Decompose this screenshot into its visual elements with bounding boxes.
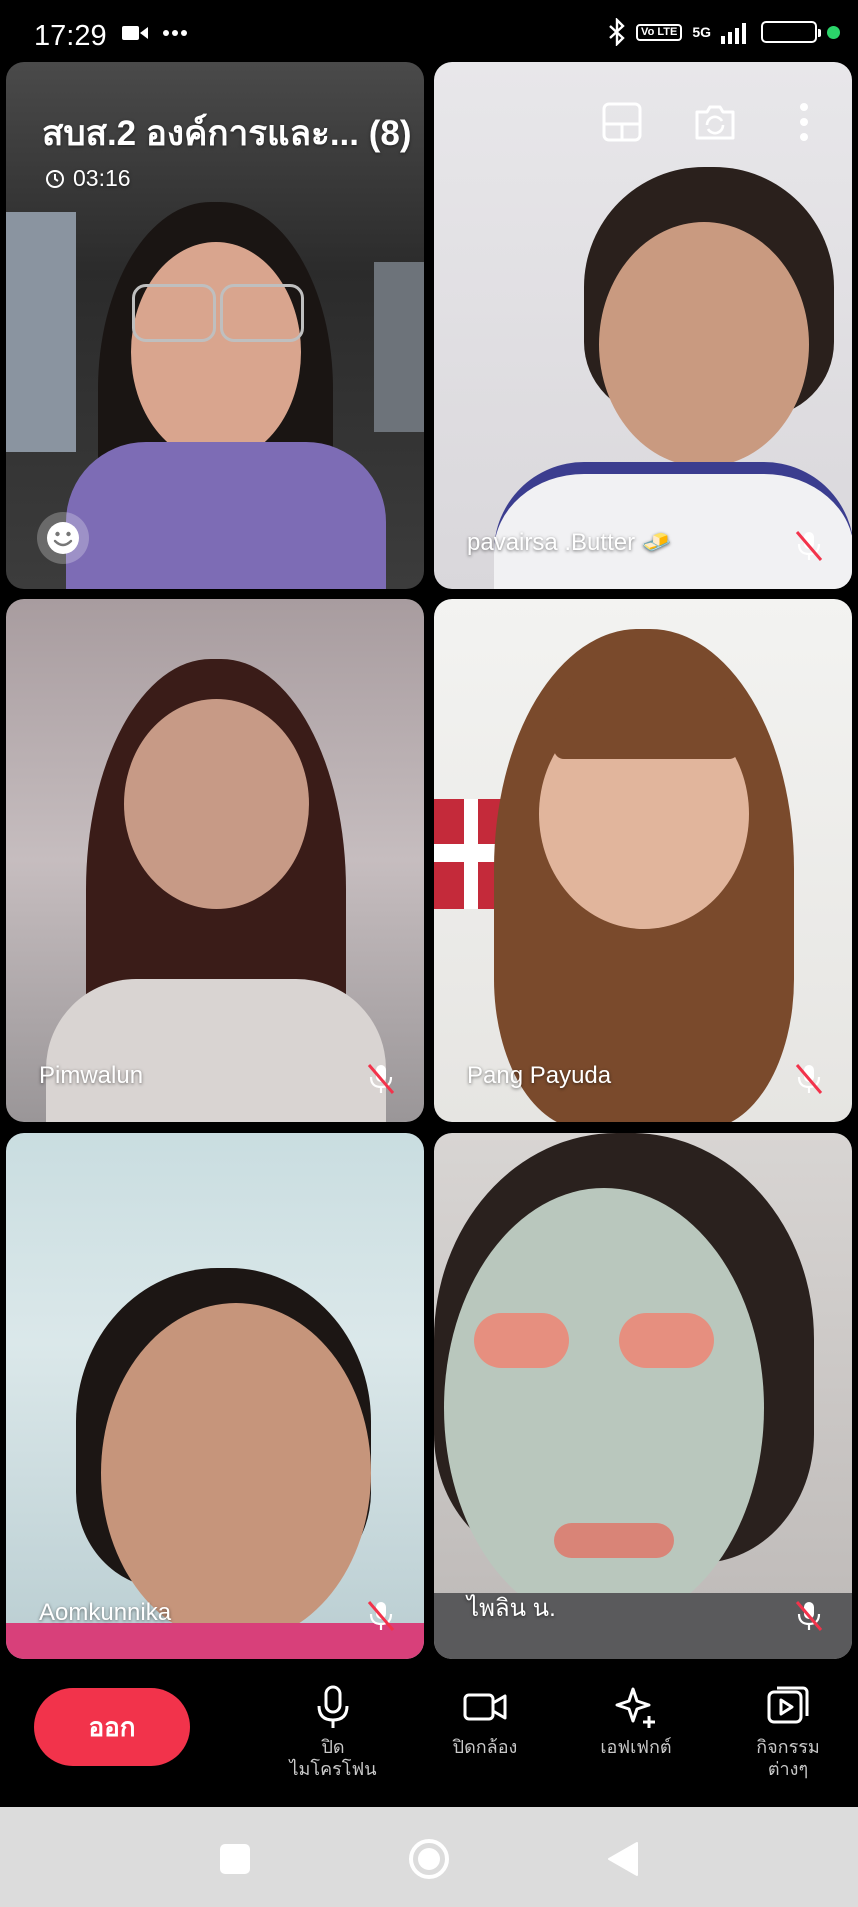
call-title: สบส.2 องค์การและ... (8) [42, 114, 412, 153]
layout-icon [602, 102, 642, 142]
mute-mic-label: ปิด ไมโครโฟน [289, 1737, 377, 1779]
call-timer-value: 03:16 [73, 165, 131, 191]
more-options-button[interactable] [780, 98, 828, 146]
battery-level: 71 [780, 24, 798, 41]
volte-badge: Vo LTE [636, 23, 683, 41]
bluetooth-icon [609, 18, 625, 46]
effects-label: เอฟเฟกต์ [600, 1737, 672, 1757]
switch-camera-button[interactable] [691, 98, 739, 146]
participant-tile[interactable]: Aomkunnika [6, 1133, 424, 1659]
participant-name: Pang Payuda [467, 1062, 612, 1089]
back-button[interactable] [601, 1837, 645, 1881]
activities-icon [767, 1686, 809, 1724]
emoji-icon [47, 522, 79, 554]
participant-name: Aomkunnika [39, 1599, 172, 1626]
recents-icon [220, 1844, 250, 1874]
home-button[interactable] [407, 1837, 451, 1881]
battery-indicator: 71 [761, 21, 821, 43]
participant-tile[interactable]: Pimwalun [6, 599, 424, 1122]
participant-video [6, 1133, 424, 1659]
participant-name: ไพลิน น. [467, 1595, 556, 1622]
participant-video [434, 599, 852, 1122]
call-controls: ออก ปิด ไมโครโฟน ปิดกล้อง เอฟเฟกต์ กิจกร… [0, 1662, 858, 1807]
mic-off-icon [795, 1064, 823, 1094]
participant-video [434, 1133, 852, 1659]
network-label: 5G [692, 23, 711, 40]
sparkle-icon [615, 1687, 655, 1728]
layout-button[interactable] [598, 98, 646, 146]
mute-mic-button[interactable]: ปิด ไมโครโฟน [268, 1684, 398, 1780]
video-icon [122, 26, 148, 40]
status-time: 17:29 [34, 20, 107, 52]
privacy-indicator-dot [827, 25, 840, 39]
more-vertical-icon [800, 103, 808, 141]
status-bar: 17:29 Vo LTE 5G 71 [0, 0, 858, 60]
clock-icon [46, 169, 64, 188]
mic-off-icon [795, 1601, 823, 1631]
participant-video [6, 599, 424, 1122]
activities-button[interactable]: กิจกรรม ต่างๆ [723, 1684, 853, 1780]
activities-label: กิจกรรม ต่างๆ [756, 1737, 820, 1779]
switch-camera-icon [695, 105, 735, 140]
system-nav-bar [0, 1807, 858, 1907]
home-icon [409, 1839, 449, 1879]
signal-icon [721, 23, 746, 44]
camera-icon [463, 1693, 507, 1721]
mic-icon [317, 1685, 349, 1728]
camera-off-label: ปิดกล้อง [452, 1737, 518, 1757]
leave-call-button[interactable]: ออก [34, 1688, 190, 1766]
recents-button[interactable] [213, 1837, 257, 1881]
participant-tile[interactable]: ไพลิน น. [434, 1133, 852, 1659]
emoji-reaction-button[interactable] [37, 512, 89, 564]
mic-off-icon [367, 1064, 395, 1094]
effects-button[interactable]: เอฟเฟกต์ [571, 1684, 701, 1758]
camera-off-button[interactable]: ปิดกล้อง [420, 1684, 550, 1758]
participant-name: Pimwalun [39, 1062, 144, 1089]
back-icon [608, 1842, 638, 1876]
participant-name: pavairsa .Butter 🧈 [467, 529, 672, 556]
more-dots-icon [163, 30, 187, 36]
mic-off-icon [367, 1601, 395, 1631]
call-timer: 03:16 [45, 165, 131, 192]
mic-off-icon [795, 531, 823, 561]
participant-tile[interactable]: Pang Payuda [434, 599, 852, 1122]
